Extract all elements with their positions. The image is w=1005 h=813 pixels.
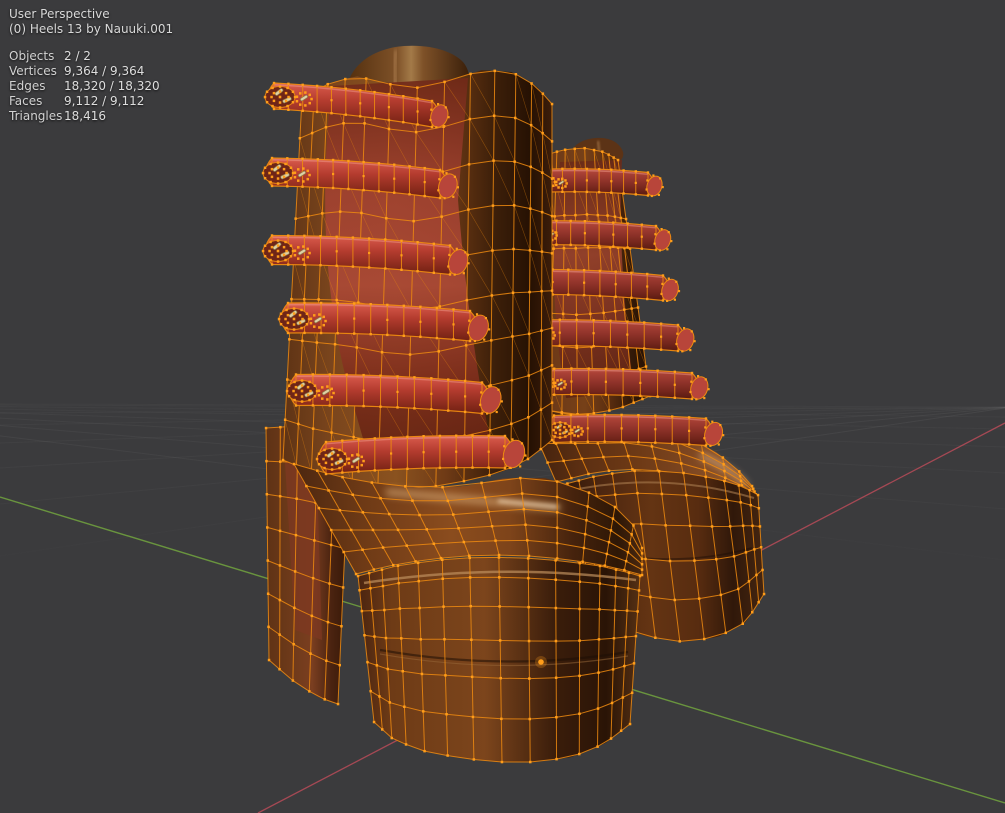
scene-canvas: [0, 45, 1005, 813]
blender-3d-viewport[interactable]: User Perspective (0) Heels 13 by Nauuki.…: [0, 0, 1005, 813]
object-origin-dot: [535, 656, 547, 668]
3d-scene: [0, 45, 1005, 813]
